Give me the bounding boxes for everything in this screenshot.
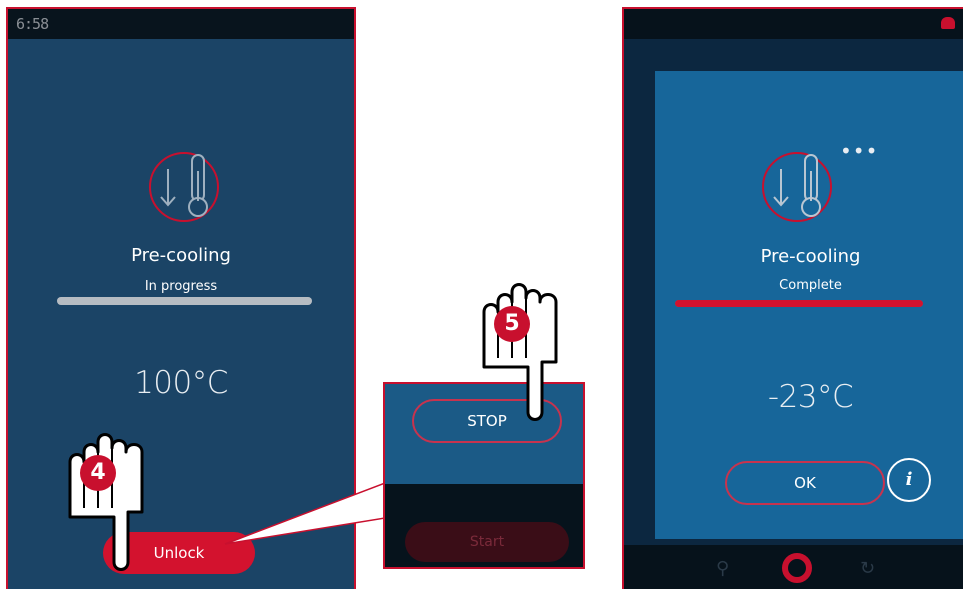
pointing-hand-icon <box>482 283 558 421</box>
ok-button[interactable]: OK <box>725 461 885 505</box>
info-button[interactable]: i <box>887 458 931 502</box>
temperature-readout: 100°C <box>134 365 228 401</box>
refresh-icon[interactable]: ↻ <box>860 558 875 579</box>
right-device-screen: ••• Pre-cooling Complete -23°C OK i ⚲ ↻ <box>622 7 963 589</box>
cycle-title: Pre-cooling <box>760 246 861 267</box>
progress-bar-fill <box>57 297 312 305</box>
bottom-nav-bar: ⚲ ↻ <box>624 545 963 589</box>
temperature-readout: -23°C <box>767 379 854 415</box>
step-5-badge: 5 <box>494 306 530 342</box>
cycle-status: Complete <box>779 278 842 293</box>
start-button[interactable]: Start <box>405 522 569 562</box>
cycle-title: Pre-cooling <box>131 245 231 266</box>
power-icon[interactable] <box>782 553 812 583</box>
progress-bar <box>675 300 923 307</box>
left-device-screen: 6:58 Pre-cooling In progress 100°C Unloc… <box>6 7 356 589</box>
status-bar: 6:58 <box>8 9 354 39</box>
pre-cooling-thermometer-icon <box>149 152 219 222</box>
pointing-hand-icon <box>68 433 144 571</box>
progress-bar <box>57 297 312 305</box>
cycle-status: In progress <box>144 279 218 294</box>
pre-cooling-thermometer-icon <box>762 152 832 222</box>
alert-icon <box>941 17 955 29</box>
step-4-badge: 4 <box>80 455 116 491</box>
clock: 6:58 <box>16 15 49 33</box>
completion-dialog: ••• Pre-cooling Complete -23°C OK i <box>655 71 963 539</box>
more-dots-icon: ••• <box>840 139 879 163</box>
progress-bar-fill <box>675 300 923 307</box>
search-icon[interactable]: ⚲ <box>716 558 729 579</box>
status-bar <box>624 9 963 39</box>
